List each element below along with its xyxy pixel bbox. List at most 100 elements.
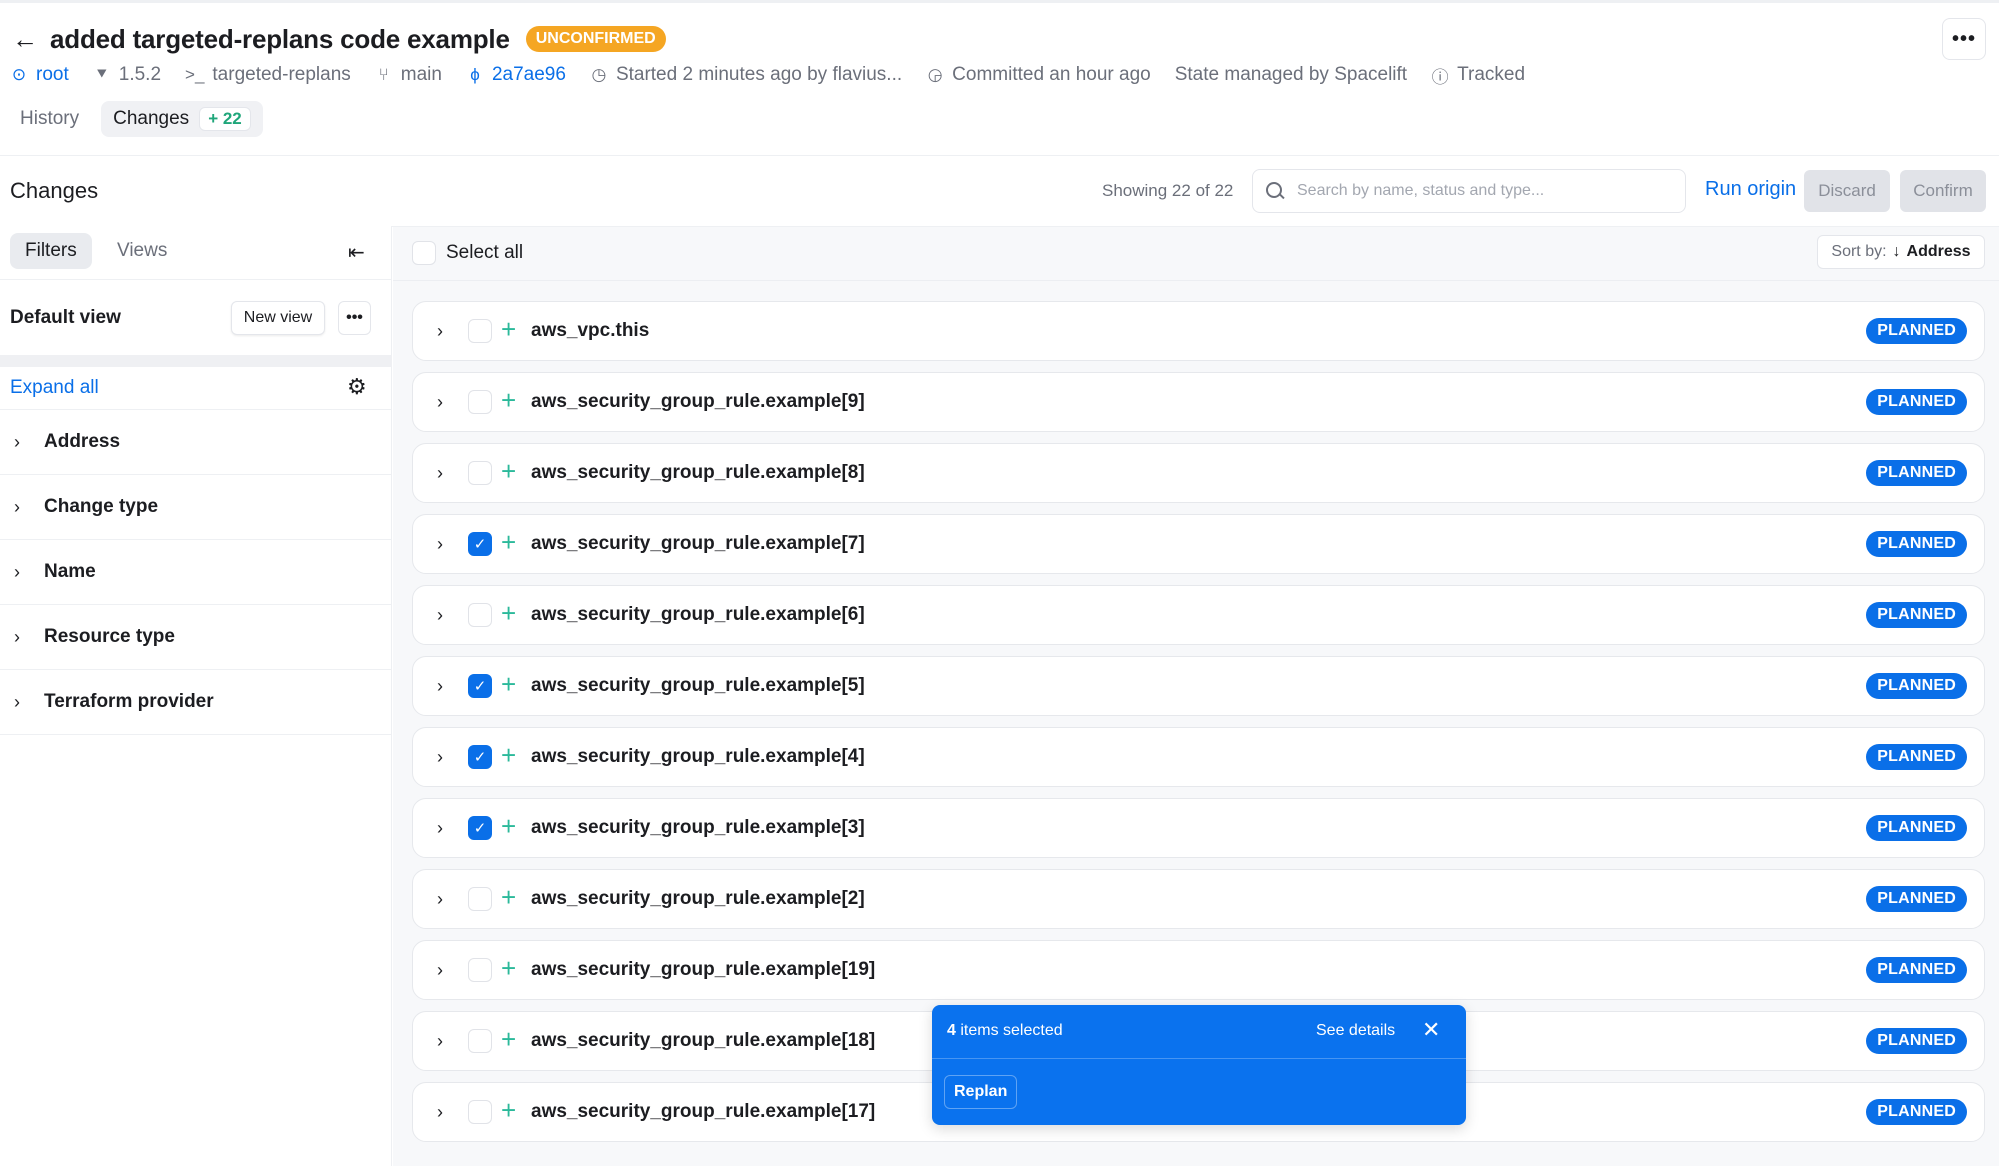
tab-views[interactable]: Views xyxy=(102,233,182,269)
started-info: ◷ Started 2 minutes ago by flavius... xyxy=(591,64,903,85)
chevron-right-icon[interactable]: › xyxy=(437,889,449,910)
view-more-button[interactable]: ••• xyxy=(338,301,371,335)
chevron-right-icon[interactable]: › xyxy=(437,747,449,768)
table-row[interactable]: › ✓ + aws_security_group_rule.example[7] PLA… xyxy=(412,514,1985,574)
sort-button[interactable]: Sort by: ↓ Address xyxy=(1817,235,1985,269)
table-row[interactable]: › + aws_vpc.this PLANNED xyxy=(412,301,1985,361)
table-row[interactable]: › + aws_security_group_rule.example[6] PLAN… xyxy=(412,585,1985,645)
page-title: added targeted-replans code example xyxy=(50,23,510,54)
row-checkbox[interactable] xyxy=(468,958,492,982)
row-checkbox[interactable] xyxy=(468,319,492,343)
resource-address: aws_security_group_rule.example[2] xyxy=(531,888,865,909)
stack-link[interactable]: ⊙ root xyxy=(10,64,69,86)
status-badge: PLANNED xyxy=(1866,389,1967,415)
resource-address: aws_security_group_rule.example[7] xyxy=(531,533,865,554)
close-icon[interactable]: ✕ xyxy=(1422,1017,1440,1043)
table-row[interactable]: › ✓ + aws_security_group_rule.example[3] PLA… xyxy=(412,798,1985,858)
status-badge: PLANNED xyxy=(1866,815,1967,841)
tracked-info: ⓘ Tracked xyxy=(1431,64,1526,87)
table-row[interactable]: › + aws_security_group_rule.example[9] PLAN… xyxy=(412,372,1985,432)
project-root: >_ targeted-replans xyxy=(185,64,351,85)
table-row[interactable]: › + aws_security_group_rule.example[19] PLA… xyxy=(412,940,1985,1000)
commit-icon: ϕ xyxy=(470,65,480,84)
row-checkbox[interactable]: ✓ xyxy=(468,674,492,698)
gear-icon[interactable]: ⚙ xyxy=(347,374,367,400)
expand-all-link[interactable]: Expand all xyxy=(10,377,99,399)
replan-button[interactable]: Replan xyxy=(944,1075,1018,1109)
table-row[interactable]: › ✓ + aws_security_group_rule.example[5] PLA… xyxy=(412,656,1985,716)
plus-icon: + xyxy=(501,527,517,557)
run-tabs: History Changes + 22 xyxy=(8,101,263,137)
chevron-right-icon[interactable]: › xyxy=(437,1031,449,1052)
status-badge: PLANNED xyxy=(1866,957,1967,983)
chevron-right-icon[interactable]: › xyxy=(437,676,449,697)
status-badge: UNCONFIRMED xyxy=(525,26,666,52)
chevron-right-icon[interactable]: › xyxy=(437,534,449,555)
tab-filters[interactable]: Filters xyxy=(10,233,92,269)
row-checkbox[interactable]: ✓ xyxy=(468,532,492,556)
history-icon: ◶ xyxy=(927,65,943,84)
plus-icon: + xyxy=(501,953,517,983)
table-row[interactable]: › + aws_security_group_rule.example[8] PLAN… xyxy=(412,443,1985,503)
status-badge: PLANNED xyxy=(1866,886,1967,912)
page-header: ← added targeted-replans code example UN… xyxy=(12,20,666,58)
list-toolbar xyxy=(393,227,1999,281)
row-checkbox[interactable] xyxy=(468,461,492,485)
tab-changes[interactable]: Changes + 22 xyxy=(101,101,263,137)
new-view-button[interactable]: New view xyxy=(231,301,325,335)
chevron-right-icon[interactable]: › xyxy=(437,392,449,413)
resource-address: aws_security_group_rule.example[4] xyxy=(531,746,865,767)
tab-history[interactable]: History xyxy=(8,102,91,136)
chevron-right-icon[interactable]: › xyxy=(437,818,449,839)
divider xyxy=(932,1058,1466,1059)
divider xyxy=(0,355,392,367)
row-checkbox[interactable] xyxy=(468,603,492,627)
filter-name[interactable]: › Name xyxy=(0,540,392,605)
row-checkbox[interactable]: ✓ xyxy=(468,745,492,769)
table-row[interactable]: › + aws_security_group_rule.example[2] PLAN… xyxy=(412,869,1985,929)
chevron-right-icon[interactable]: › xyxy=(437,960,449,981)
chevron-right-icon[interactable]: › xyxy=(437,605,449,626)
filter-terraform-provider[interactable]: › Terraform provider xyxy=(0,670,392,735)
top-border xyxy=(0,0,1999,3)
stack-icon: ⊙ xyxy=(11,65,27,84)
committed-info: ◶ Committed an hour ago xyxy=(927,64,1151,85)
select-all-checkbox[interactable] xyxy=(412,241,436,265)
status-badge: PLANNED xyxy=(1866,1099,1967,1125)
filter-address[interactable]: › Address xyxy=(0,410,392,475)
plus-icon: + xyxy=(501,456,517,486)
see-details-link[interactable]: See details xyxy=(1316,1022,1395,1040)
chevron-right-icon[interactable]: › xyxy=(437,463,449,484)
back-arrow-icon[interactable]: ← xyxy=(12,26,38,52)
filter-resource-type[interactable]: › Resource type xyxy=(0,605,392,670)
status-badge: PLANNED xyxy=(1866,673,1967,699)
confirm-button[interactable]: Confirm xyxy=(1900,170,1986,212)
search-input[interactable] xyxy=(1297,182,1677,200)
resource-address: aws_security_group_rule.example[5] xyxy=(531,675,865,696)
search-field[interactable] xyxy=(1252,169,1686,213)
plus-icon: + xyxy=(501,598,517,628)
divider xyxy=(0,279,392,280)
commit-link[interactable]: ϕ 2a7ae96 xyxy=(466,64,566,86)
current-view-name: Default view xyxy=(10,307,121,328)
plus-icon: + xyxy=(501,385,517,415)
chevron-right-icon[interactable]: › xyxy=(437,1102,449,1123)
row-checkbox[interactable] xyxy=(468,390,492,414)
row-checkbox[interactable] xyxy=(468,1100,492,1124)
clock-icon: ◷ xyxy=(591,65,607,84)
table-row[interactable]: › ✓ + aws_security_group_rule.example[4] PLA… xyxy=(412,727,1985,787)
terraform-icon: ⯆ xyxy=(94,65,109,84)
plus-icon: + xyxy=(501,740,517,770)
select-all-label[interactable]: Select all xyxy=(446,242,523,264)
row-checkbox[interactable] xyxy=(468,1029,492,1053)
chevron-right-icon[interactable]: › xyxy=(437,321,449,342)
run-origin-link[interactable]: Run origin xyxy=(1705,178,1796,201)
more-actions-button[interactable]: ••• xyxy=(1942,18,1986,60)
branch-icon: ⑂ xyxy=(378,65,389,84)
row-checkbox[interactable] xyxy=(468,887,492,911)
filter-change-type[interactable]: › Change type xyxy=(0,475,392,540)
row-checkbox[interactable]: ✓ xyxy=(468,816,492,840)
collapse-sidebar-icon[interactable]: ⇤ xyxy=(348,240,365,265)
resource-address: aws_security_group_rule.example[6] xyxy=(531,604,865,625)
discard-button[interactable]: Discard xyxy=(1804,170,1890,212)
